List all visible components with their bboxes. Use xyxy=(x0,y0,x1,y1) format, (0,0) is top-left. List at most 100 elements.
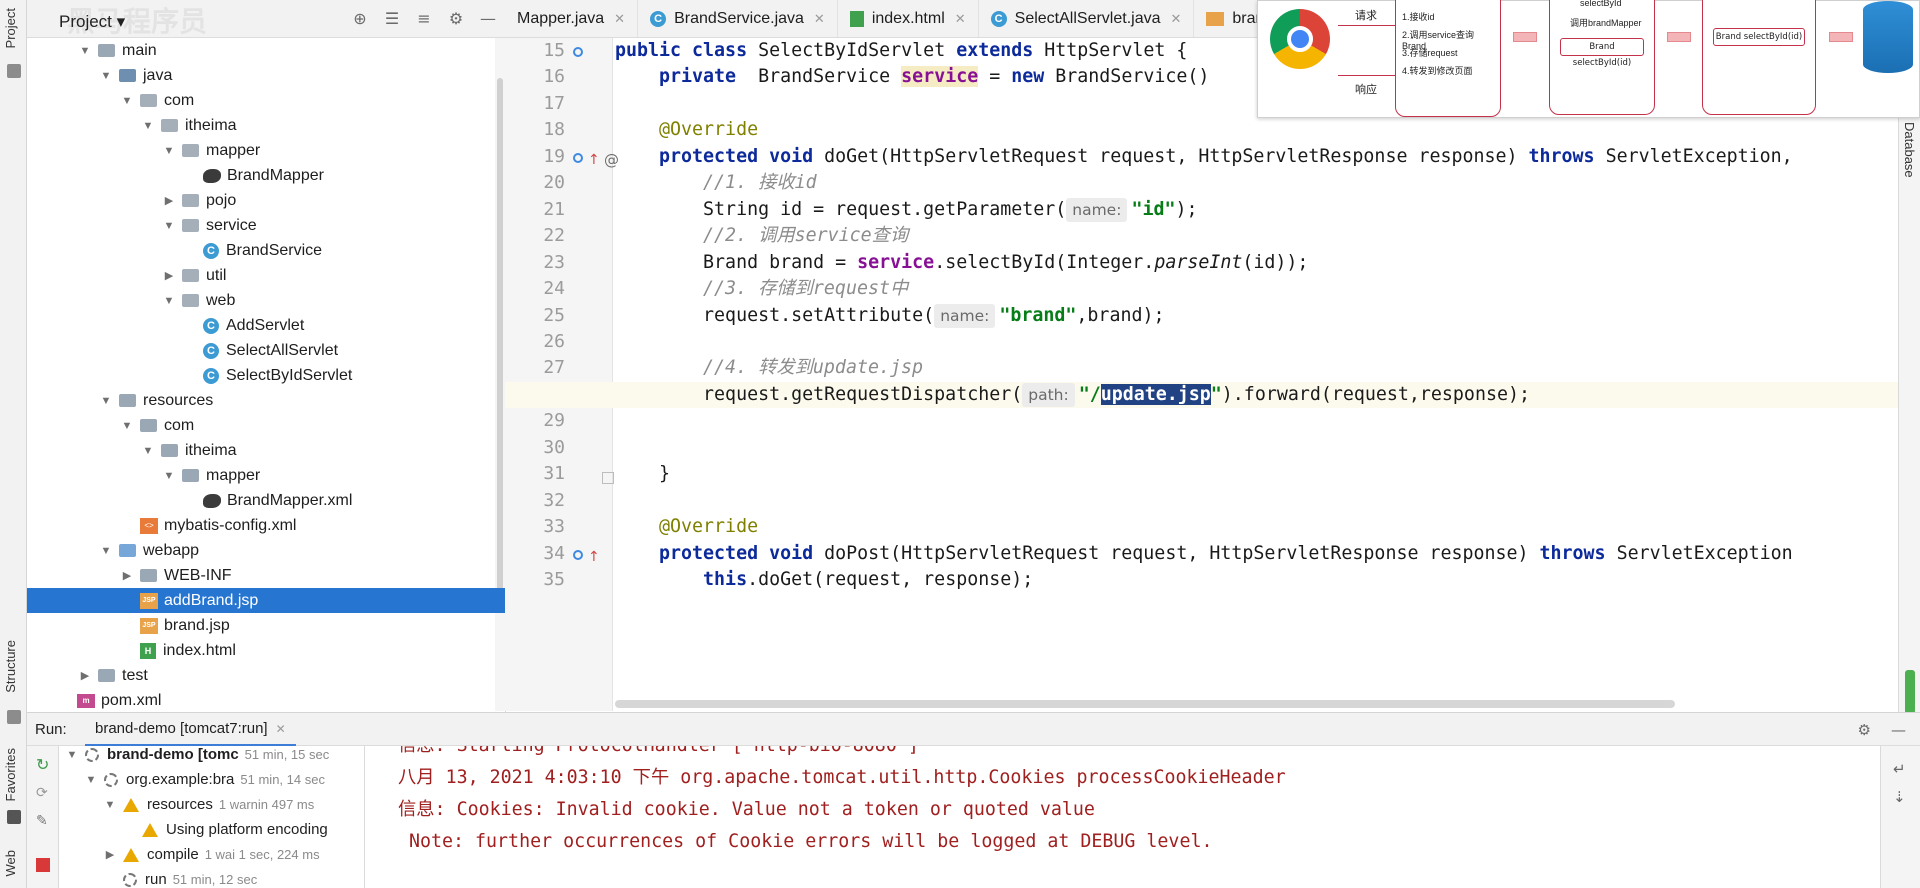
run-tab[interactable]: brand-demo [tomcat7:run] ✕ xyxy=(85,713,296,747)
tree-item[interactable]: ▶BrandMapper.xml xyxy=(27,488,505,513)
run-tree-item[interactable]: ▶run51 min, 12 sec xyxy=(103,867,257,888)
code-line-35[interactable]: this.doGet(request, response); xyxy=(505,567,1898,593)
run-tree-item[interactable]: ▼ org.example:bra 51 min, 14 sec xyxy=(84,767,325,792)
chevron-down-icon[interactable]: ▼ xyxy=(120,420,134,432)
chevron-right-icon[interactable]: ▶ xyxy=(103,848,117,861)
tree-item[interactable]: ▶CAddServlet xyxy=(27,313,505,338)
soft-wrap-icon[interactable]: ↵ xyxy=(1893,760,1906,778)
project-tool-label[interactable]: Project xyxy=(3,8,18,48)
editor-horizontal-scrollbar[interactable] xyxy=(615,700,1675,708)
run-console-output[interactable]: 信息: Starting ProtocolHandler ["http-bio-… xyxy=(378,746,1898,888)
chevron-down-icon[interactable]: ▼ xyxy=(99,70,113,82)
hide-icon[interactable]: — xyxy=(479,10,497,28)
tree-item[interactable]: ▶Hindex.html xyxy=(27,638,505,663)
code-line-34[interactable]: protected void doPost(HttpServletRequest… xyxy=(505,541,1898,567)
project-panel-title[interactable]: Project ▾ xyxy=(59,12,125,32)
tree-item[interactable]: ▼ web xyxy=(27,288,505,313)
gear-icon[interactable]: ⚙ xyxy=(1858,721,1871,739)
chevron-right-icon[interactable]: ▶ xyxy=(162,194,176,207)
editor-tab[interactable]: index.html ✕ xyxy=(838,0,979,37)
text-selection[interactable]: update.jsp xyxy=(1100,383,1211,405)
tree-item[interactable]: ▶ util xyxy=(27,263,505,288)
tree-item[interactable]: ▼ resources xyxy=(27,388,505,413)
chevron-down-icon[interactable]: ▼ xyxy=(78,45,92,57)
close-icon[interactable]: ✕ xyxy=(276,722,286,736)
editor-tab[interactable]: C SelectAllServlet.java ✕ xyxy=(979,0,1195,37)
chevron-down-icon[interactable]: ▼ xyxy=(162,145,176,157)
structure-icon[interactable] xyxy=(7,710,21,724)
rerun-icon[interactable]: ↻ xyxy=(36,757,50,773)
tree-item[interactable]: ▼ itheima xyxy=(27,113,505,138)
gear-icon[interactable]: ⚙ xyxy=(447,10,465,28)
code-line-21[interactable]: String id = request.getParameter(name: "i… xyxy=(505,197,1898,223)
chevron-down-icon[interactable]: ▼ xyxy=(103,799,117,811)
tree-item[interactable]: ▶ WEB-INF xyxy=(27,563,505,588)
structure-tool-label[interactable]: Structure xyxy=(3,640,18,693)
code-editor[interactable]: 1516171819↑@2021222324252627282930313233… xyxy=(505,38,1898,711)
chevron-down-icon[interactable]: ▼ xyxy=(162,220,176,232)
code-line-20[interactable]: //1. 接收id xyxy=(505,170,1898,196)
tree-item[interactable]: ▶<>mybatis-config.xml xyxy=(27,513,505,538)
code-line-25[interactable]: request.setAttribute(name: "brand",brand)… xyxy=(505,303,1898,329)
code-line-24[interactable]: //3. 存储到request中 xyxy=(505,276,1898,302)
expand-all-icon[interactable]: ☰ xyxy=(383,10,401,28)
folder-icon[interactable] xyxy=(7,64,21,78)
pause-icon[interactable]: ⟳ xyxy=(36,786,50,800)
run-tree-item[interactable]: ▼ brand-demo [tomc 51 min, 15 sec xyxy=(65,746,330,767)
chevron-down-icon[interactable]: ▼ xyxy=(99,395,113,407)
favorites-tool-label[interactable]: Favorites xyxy=(3,748,18,801)
code-line-27[interactable]: //4. 转发到update.jsp xyxy=(505,355,1898,381)
close-icon[interactable]: ✕ xyxy=(814,11,825,27)
chevron-down-icon[interactable]: ▼ xyxy=(141,120,155,132)
chevron-down-icon[interactable]: ▼ xyxy=(65,749,79,761)
code-line-28[interactable]: request.getRequestDispatcher(path: "/upda… xyxy=(505,381,1898,409)
locate-icon[interactable]: ⊕ xyxy=(351,10,369,28)
code-line-18[interactable]: @Override xyxy=(505,117,1898,143)
scroll-to-end-icon[interactable]: ⇣ xyxy=(1893,788,1906,806)
stop-icon[interactable] xyxy=(36,858,50,872)
code-line-19[interactable]: protected void doGet(HttpServletRequest … xyxy=(505,144,1898,170)
run-tree-item[interactable]: ▶ compile 1 wai 1 sec, 224 ms xyxy=(103,842,320,867)
code-line-33[interactable]: @Override xyxy=(505,514,1898,540)
tree-item[interactable]: ▼ webapp xyxy=(27,538,505,563)
close-icon[interactable]: ✕ xyxy=(1171,11,1182,27)
chevron-right-icon[interactable]: ▶ xyxy=(120,569,134,582)
tree-item[interactable]: ▶CBrandService xyxy=(27,238,505,263)
minimize-icon[interactable]: — xyxy=(1891,721,1906,739)
tree-item[interactable]: ▼ com xyxy=(27,413,505,438)
code-line-23[interactable]: Brand brand = service.selectById(Integer… xyxy=(505,250,1898,276)
chevron-down-icon[interactable]: ▼ xyxy=(162,470,176,482)
tree-item[interactable]: ▼ com xyxy=(27,88,505,113)
tree-item[interactable]: ▶mpom.xml xyxy=(27,688,505,711)
close-icon[interactable]: ✕ xyxy=(614,11,625,27)
tree-item[interactable]: ▶JSPbrand.jsp xyxy=(27,613,505,638)
tree-item[interactable]: ▶JSPaddBrand.jsp xyxy=(27,588,505,613)
tree-item[interactable]: ▼ mapper xyxy=(27,463,505,488)
tree-item[interactable]: ▶ test xyxy=(27,663,505,688)
database-tool-label[interactable]: Database xyxy=(1902,122,1917,178)
collapse-all-icon[interactable]: ≡ xyxy=(415,10,433,28)
chevron-down-icon[interactable]: ▼ xyxy=(162,295,176,307)
editor-tab[interactable]: Mapper.java ✕ xyxy=(505,0,639,37)
chevron-down-icon[interactable]: ▼ xyxy=(99,545,113,557)
tree-item[interactable]: ▶BrandMapper xyxy=(27,163,505,188)
chevron-right-icon[interactable]: ▶ xyxy=(78,669,92,682)
chevron-right-icon[interactable]: ▶ xyxy=(162,269,176,282)
chevron-down-icon[interactable]: ▼ xyxy=(141,445,155,457)
tree-item[interactable]: ▼ java xyxy=(27,63,505,88)
run-tree-item[interactable]: ▶Using platform encoding xyxy=(122,817,334,842)
wrench-icon[interactable]: ✎ xyxy=(36,814,50,828)
tree-item[interactable]: ▼ service xyxy=(27,213,505,238)
tree-item[interactable]: ▶CSelectByIdServlet xyxy=(27,363,505,388)
web-tool-label[interactable]: Web xyxy=(3,850,18,877)
chevron-down-icon[interactable]: ▼ xyxy=(84,774,98,786)
tree-item[interactable]: ▶ pojo xyxy=(27,188,505,213)
tree-item[interactable]: ▼ main xyxy=(27,38,505,63)
editor-tab[interactable]: C BrandService.java ✕ xyxy=(638,0,838,37)
star-icon[interactable] xyxy=(7,810,21,824)
tree-item[interactable]: ▼ mapper xyxy=(27,138,505,163)
close-icon[interactable]: ✕ xyxy=(955,11,966,27)
tree-item[interactable]: ▼ itheima xyxy=(27,438,505,463)
run-tree-item[interactable]: ▼ resources 1 warnin 497 ms xyxy=(103,792,315,817)
code-line-22[interactable]: //2. 调用service查询 xyxy=(505,223,1898,249)
